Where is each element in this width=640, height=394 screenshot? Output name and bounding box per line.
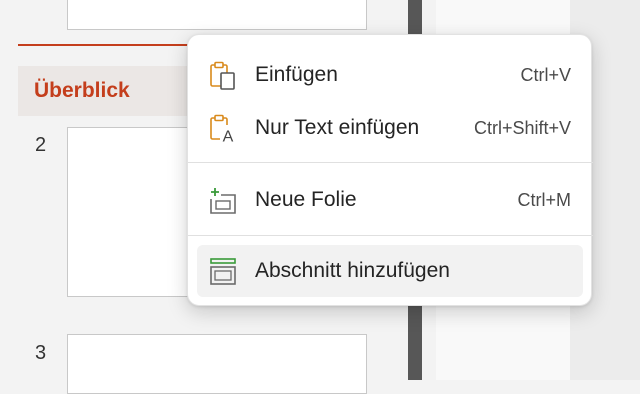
menu-item-label: Einfügen bbox=[255, 63, 338, 86]
menu-item-label: Nur Text einfügen bbox=[255, 116, 420, 139]
menu-item-shortcut: Ctrl+V bbox=[520, 64, 571, 85]
context-menu: Einfügen Ctrl+V A Nur Text einfügen Ctrl… bbox=[187, 34, 593, 306]
paste-icon bbox=[210, 61, 235, 90]
menu-item-paste-text-only[interactable]: A Nur Text einfügen Ctrl+Shift+V bbox=[197, 102, 583, 154]
svg-text:A: A bbox=[223, 129, 234, 145]
menu-item-label: Neue Folie bbox=[255, 188, 357, 211]
menu-item-shortcut: Ctrl+Shift+V bbox=[473, 117, 571, 138]
menu-item-shortcut: Ctrl+M bbox=[517, 189, 572, 210]
slide-number: 3 bbox=[35, 342, 47, 364]
section-title: Überblick bbox=[34, 79, 130, 102]
slide-thumbnail-3[interactable] bbox=[67, 334, 367, 394]
menu-separator bbox=[188, 162, 593, 163]
menu-item-paste[interactable]: Einfügen Ctrl+V bbox=[197, 49, 583, 101]
new-slide-icon bbox=[210, 188, 236, 214]
slide-number: 2 bbox=[35, 134, 47, 156]
menu-item-new-slide[interactable]: Neue Folie Ctrl+M bbox=[197, 174, 583, 226]
add-section-icon bbox=[210, 258, 236, 285]
menu-separator bbox=[188, 235, 593, 236]
menu-item-label: Abschnitt hinzufügen bbox=[255, 259, 450, 282]
slide-thumbnail-1[interactable] bbox=[67, 0, 367, 30]
paste-text-only-icon: A bbox=[210, 114, 236, 145]
menu-item-add-section[interactable]: Abschnitt hinzufügen bbox=[197, 245, 583, 297]
